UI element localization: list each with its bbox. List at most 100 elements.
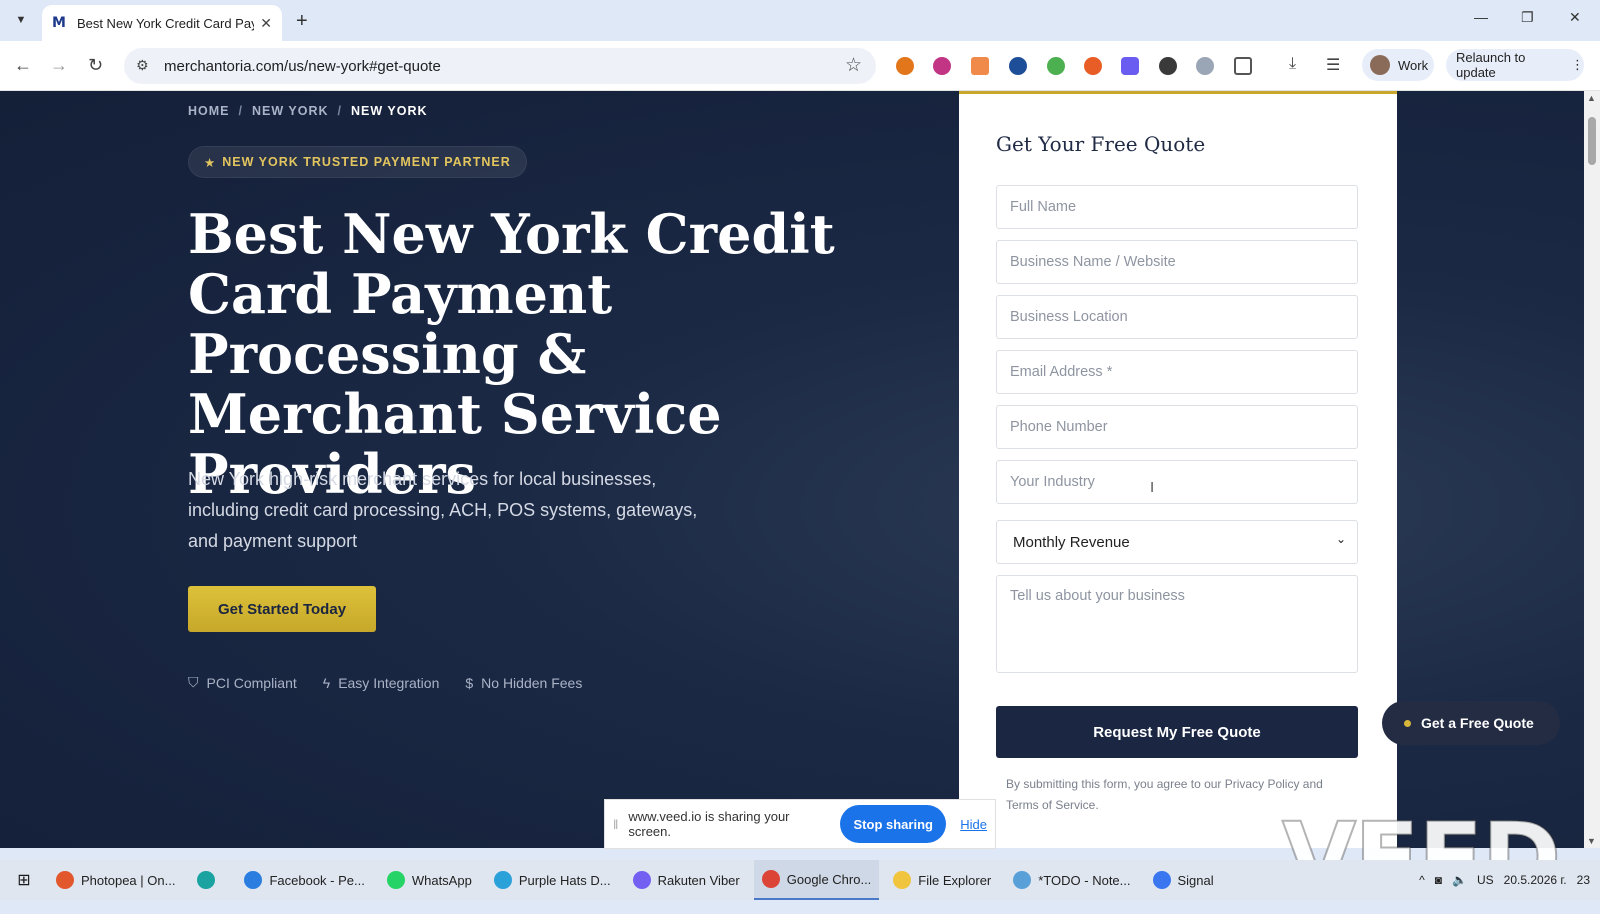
monthly-revenue-select[interactable]: Monthly Revenue <box>996 520 1358 564</box>
app-icon <box>893 871 912 889</box>
taskbar-app-list: Photopea | On... Facebook - Pe... WhatsApp… <box>48 860 1228 900</box>
extension-icon-3[interactable] <box>971 57 989 75</box>
hide-share-bar-link[interactable]: Hide <box>960 817 987 832</box>
close-window-icon[interactable]: ✕ <box>1569 9 1581 26</box>
app-icon <box>1152 871 1171 889</box>
forward-arrow-icon[interactable]: → <box>50 55 68 76</box>
business-name-input[interactable] <box>996 240 1358 284</box>
industry-input[interactable] <box>996 460 1358 504</box>
profile-button[interactable]: Work <box>1362 49 1434 81</box>
page-content: HOME / NEW YORK / NEW YORK ★ NEW YORK TRUSTE… <box>0 91 1584 848</box>
badge-label: NEW YORK TRUSTED PAYMENT PARTNER <box>222 155 511 169</box>
taskbar-app-item[interactable]: Facebook - Pe... <box>236 860 372 900</box>
breadcrumb: HOME / NEW YORK / NEW YORK <box>188 104 428 118</box>
taskbar-app-item[interactable] <box>189 860 230 900</box>
extension-icon-6[interactable] <box>1084 57 1102 75</box>
profile-label: Work <box>1398 57 1429 73</box>
taskbar-app-item[interactable]: Purple Hats D... <box>486 860 619 900</box>
floating-get-quote-button[interactable]: Get a Free Quote <box>1382 701 1560 745</box>
hero-subtitle: New York high-risk merchant services for… <box>188 469 698 551</box>
extension-icon-9[interactable] <box>1196 57 1214 75</box>
extension-icon-5[interactable] <box>1047 57 1065 75</box>
restore-icon[interactable]: ❐ <box>1521 9 1534 26</box>
url-text[interactable]: merchantoria.com/us/new-york#get-quote <box>164 58 441 75</box>
taskbar-app-label: Photopea | On... <box>81 872 176 888</box>
language-indicator[interactable]: US <box>1477 873 1494 887</box>
address-bar[interactable]: ⚙ merchantoria.com/us/new-york#get-quote… <box>124 48 876 84</box>
extension-icon-4[interactable] <box>1009 57 1027 75</box>
downloads-icon[interactable]: ⤓ <box>1289 55 1307 73</box>
taskbar-app-item[interactable]: Photopea | On... <box>48 860 183 900</box>
extension-icon-2[interactable] <box>933 57 951 75</box>
bookmark-star-icon[interactable]: ☆ <box>845 54 862 77</box>
site-info-icon[interactable]: ⚙ <box>136 57 149 74</box>
kebab-menu-icon[interactable]: ⋮ <box>1571 57 1584 73</box>
breadcrumb-state[interactable]: NEW YORK <box>252 104 329 118</box>
taskbar-app-label: Facebook - Pe... <box>269 872 365 888</box>
reload-icon[interactable]: ↻ <box>88 55 103 76</box>
network-icon[interactable]: ◙ <box>1435 873 1442 887</box>
scrollbar-thumb[interactable] <box>1588 117 1596 165</box>
taskbar-app-item[interactable]: *TODO - Note... <box>1005 860 1138 900</box>
minimize-icon[interactable]: — <box>1474 9 1488 25</box>
drag-handle-icon[interactable]: ‖ <box>613 817 618 832</box>
app-icon <box>761 870 780 888</box>
taskbar-app-label: Rakuten Viber <box>657 872 740 888</box>
trusted-partner-badge: ★ NEW YORK TRUSTED PAYMENT PARTNER <box>188 146 527 178</box>
tray-overflow-icon[interactable]: ^ <box>1419 873 1425 887</box>
taskbar-app-item[interactable]: File Explorer <box>885 860 999 900</box>
windows-start-icon[interactable]: ⊞ <box>0 870 48 890</box>
scroll-up-icon[interactable]: ▲ <box>1587 93 1596 103</box>
media-controls-icon[interactable]: ☰ <box>1326 55 1344 74</box>
new-tab-plus-icon[interactable]: + <box>296 10 308 33</box>
taskbar-app-item[interactable]: Signal <box>1145 860 1222 900</box>
get-started-button[interactable]: Get Started Today <box>188 586 376 632</box>
metamask-extension-icon[interactable] <box>896 57 914 75</box>
business-location-input[interactable] <box>996 295 1358 339</box>
browser-tab-bar: ▼ M Best New York Credit Card Paym ✕ + —… <box>0 0 1600 41</box>
back-arrow-icon[interactable]: ← <box>14 55 32 76</box>
full-name-input[interactable] <box>996 185 1358 229</box>
feature-label: Easy Integration <box>338 674 440 691</box>
relaunch-button[interactable]: Relaunch to update ⋮ <box>1446 49 1584 81</box>
app-icon <box>386 871 405 889</box>
taskbar-app-item[interactable]: Google Chro... <box>753 860 880 900</box>
volume-icon[interactable]: 🔈 <box>1452 873 1467 887</box>
clock-date[interactable]: 20.5.2026 г. <box>1504 873 1567 887</box>
feature-list: ⛉ PCI Compliant ϟ Easy Integration $ No … <box>188 674 608 691</box>
breadcrumb-home[interactable]: HOME <box>188 104 230 118</box>
quote-form-card: Get Your Free Quote Monthly Revenue ⌄ Re… <box>959 91 1397 848</box>
site-favicon-icon: M <box>52 15 66 31</box>
feature-label: No Hidden Fees <box>481 674 583 691</box>
feature-item: ϟ Easy Integration <box>323 674 440 691</box>
taskbar-app-label: File Explorer <box>918 872 992 888</box>
tab-title: Best New York Credit Card Paym <box>76 15 255 31</box>
lightning-icon: ϟ <box>322 674 331 691</box>
close-tab-icon[interactable]: ✕ <box>260 15 272 32</box>
page-scrollbar[interactable]: ▲ ▼ <box>1584 91 1600 848</box>
business-description-textarea[interactable] <box>996 575 1358 673</box>
extension-icon-7[interactable] <box>1121 57 1139 75</box>
feature-label: PCI Compliant <box>206 674 297 691</box>
tab-list-chevron-icon[interactable]: ▼ <box>10 9 32 31</box>
text-cursor-icon: I <box>1150 479 1155 496</box>
stop-sharing-button[interactable]: Stop sharing <box>840 805 947 843</box>
app-icon <box>197 871 216 889</box>
taskbar-app-label: Google Chro... <box>786 871 872 887</box>
browser-tab-active[interactable]: M Best New York Credit Card Paym ✕ <box>42 5 282 41</box>
avatar <box>1370 55 1390 75</box>
request-quote-button[interactable]: Request My Free Quote <box>996 706 1358 758</box>
notification-count-badge[interactable]: 23 <box>1577 873 1590 887</box>
page-title: Best New York Credit Card Payment Proces… <box>188 202 835 506</box>
phone-input[interactable] <box>996 405 1358 449</box>
taskbar-app-item[interactable]: WhatsApp <box>379 860 480 900</box>
extension-icon-8[interactable] <box>1159 57 1177 75</box>
os-taskbar: ⊞ Photopea | On... Facebook - Pe... WhatsA… <box>0 860 1600 900</box>
extensions-puzzle-icon[interactable] <box>1234 57 1252 75</box>
dollar-icon: $ <box>465 674 474 691</box>
taskbar-app-item[interactable]: Rakuten Viber <box>625 860 748 900</box>
form-title: Get Your Free Quote <box>996 132 1206 156</box>
scroll-down-icon[interactable]: ▼ <box>1587 836 1596 846</box>
email-input[interactable] <box>996 350 1358 394</box>
app-icon <box>493 871 512 889</box>
